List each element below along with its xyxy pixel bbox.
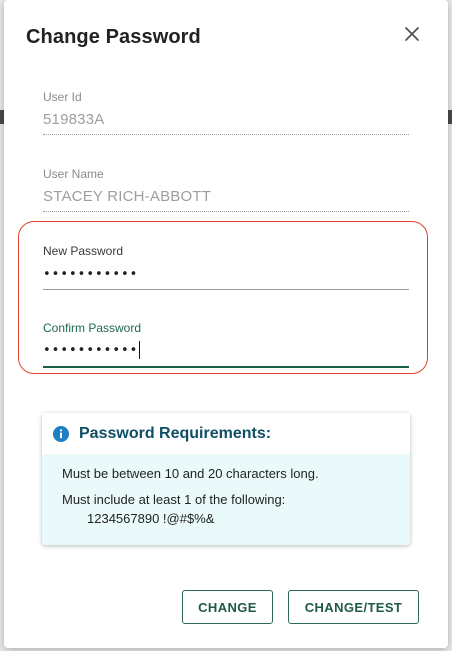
user-id-underline [43, 134, 409, 135]
requirements-title: Password Requirements: [79, 424, 272, 442]
user-id-field: User Id 519833A [43, 89, 409, 135]
dialog-title: Change Password [26, 26, 201, 48]
user-name-label: User Name [43, 167, 104, 181]
requirements-header: Password Requirements: [42, 413, 410, 454]
user-name-field: User Name STACEY RICH-ABBOTT [43, 166, 409, 212]
password-requirements-card: Password Requirements: Must be between 1… [42, 413, 410, 545]
allowed-characters: 1234567890 !@#$%& [87, 511, 215, 526]
length-requirement: Must be between 10 and 20 characters lon… [62, 466, 319, 481]
user-name-value: STACEY RICH-ABBOTT [43, 188, 212, 205]
requirements-body: Must be between 10 and 20 characters lon… [42, 454, 410, 545]
confirm-password-input[interactable]: ••••••••••• [43, 340, 409, 362]
text-caret [139, 340, 141, 359]
new-password-input[interactable] [43, 263, 409, 285]
new-password-label: New Password [43, 244, 124, 258]
user-name-underline [43, 211, 409, 212]
change-button[interactable]: CHANGE [182, 590, 273, 624]
user-id-label: User Id [43, 90, 82, 104]
confirm-password-label: Confirm Password [43, 321, 142, 335]
new-password-field: New Password [43, 243, 409, 290]
change-test-button[interactable]: CHANGE/TEST [288, 590, 419, 624]
confirm-password-underline [43, 366, 409, 368]
change-password-dialog: Change Password User Id 519833A User Nam… [4, 0, 448, 648]
confirm-password-field: Confirm Password ••••••••••• [43, 320, 409, 368]
user-id-value: 519833A [43, 111, 105, 128]
close-button[interactable] [400, 22, 424, 46]
close-icon [405, 27, 419, 41]
new-password-underline [43, 289, 409, 290]
confirm-password-value: ••••••••••• [43, 343, 139, 358]
info-icon [53, 425, 69, 442]
character-requirement: Must include at least 1 of the following… [62, 492, 286, 507]
